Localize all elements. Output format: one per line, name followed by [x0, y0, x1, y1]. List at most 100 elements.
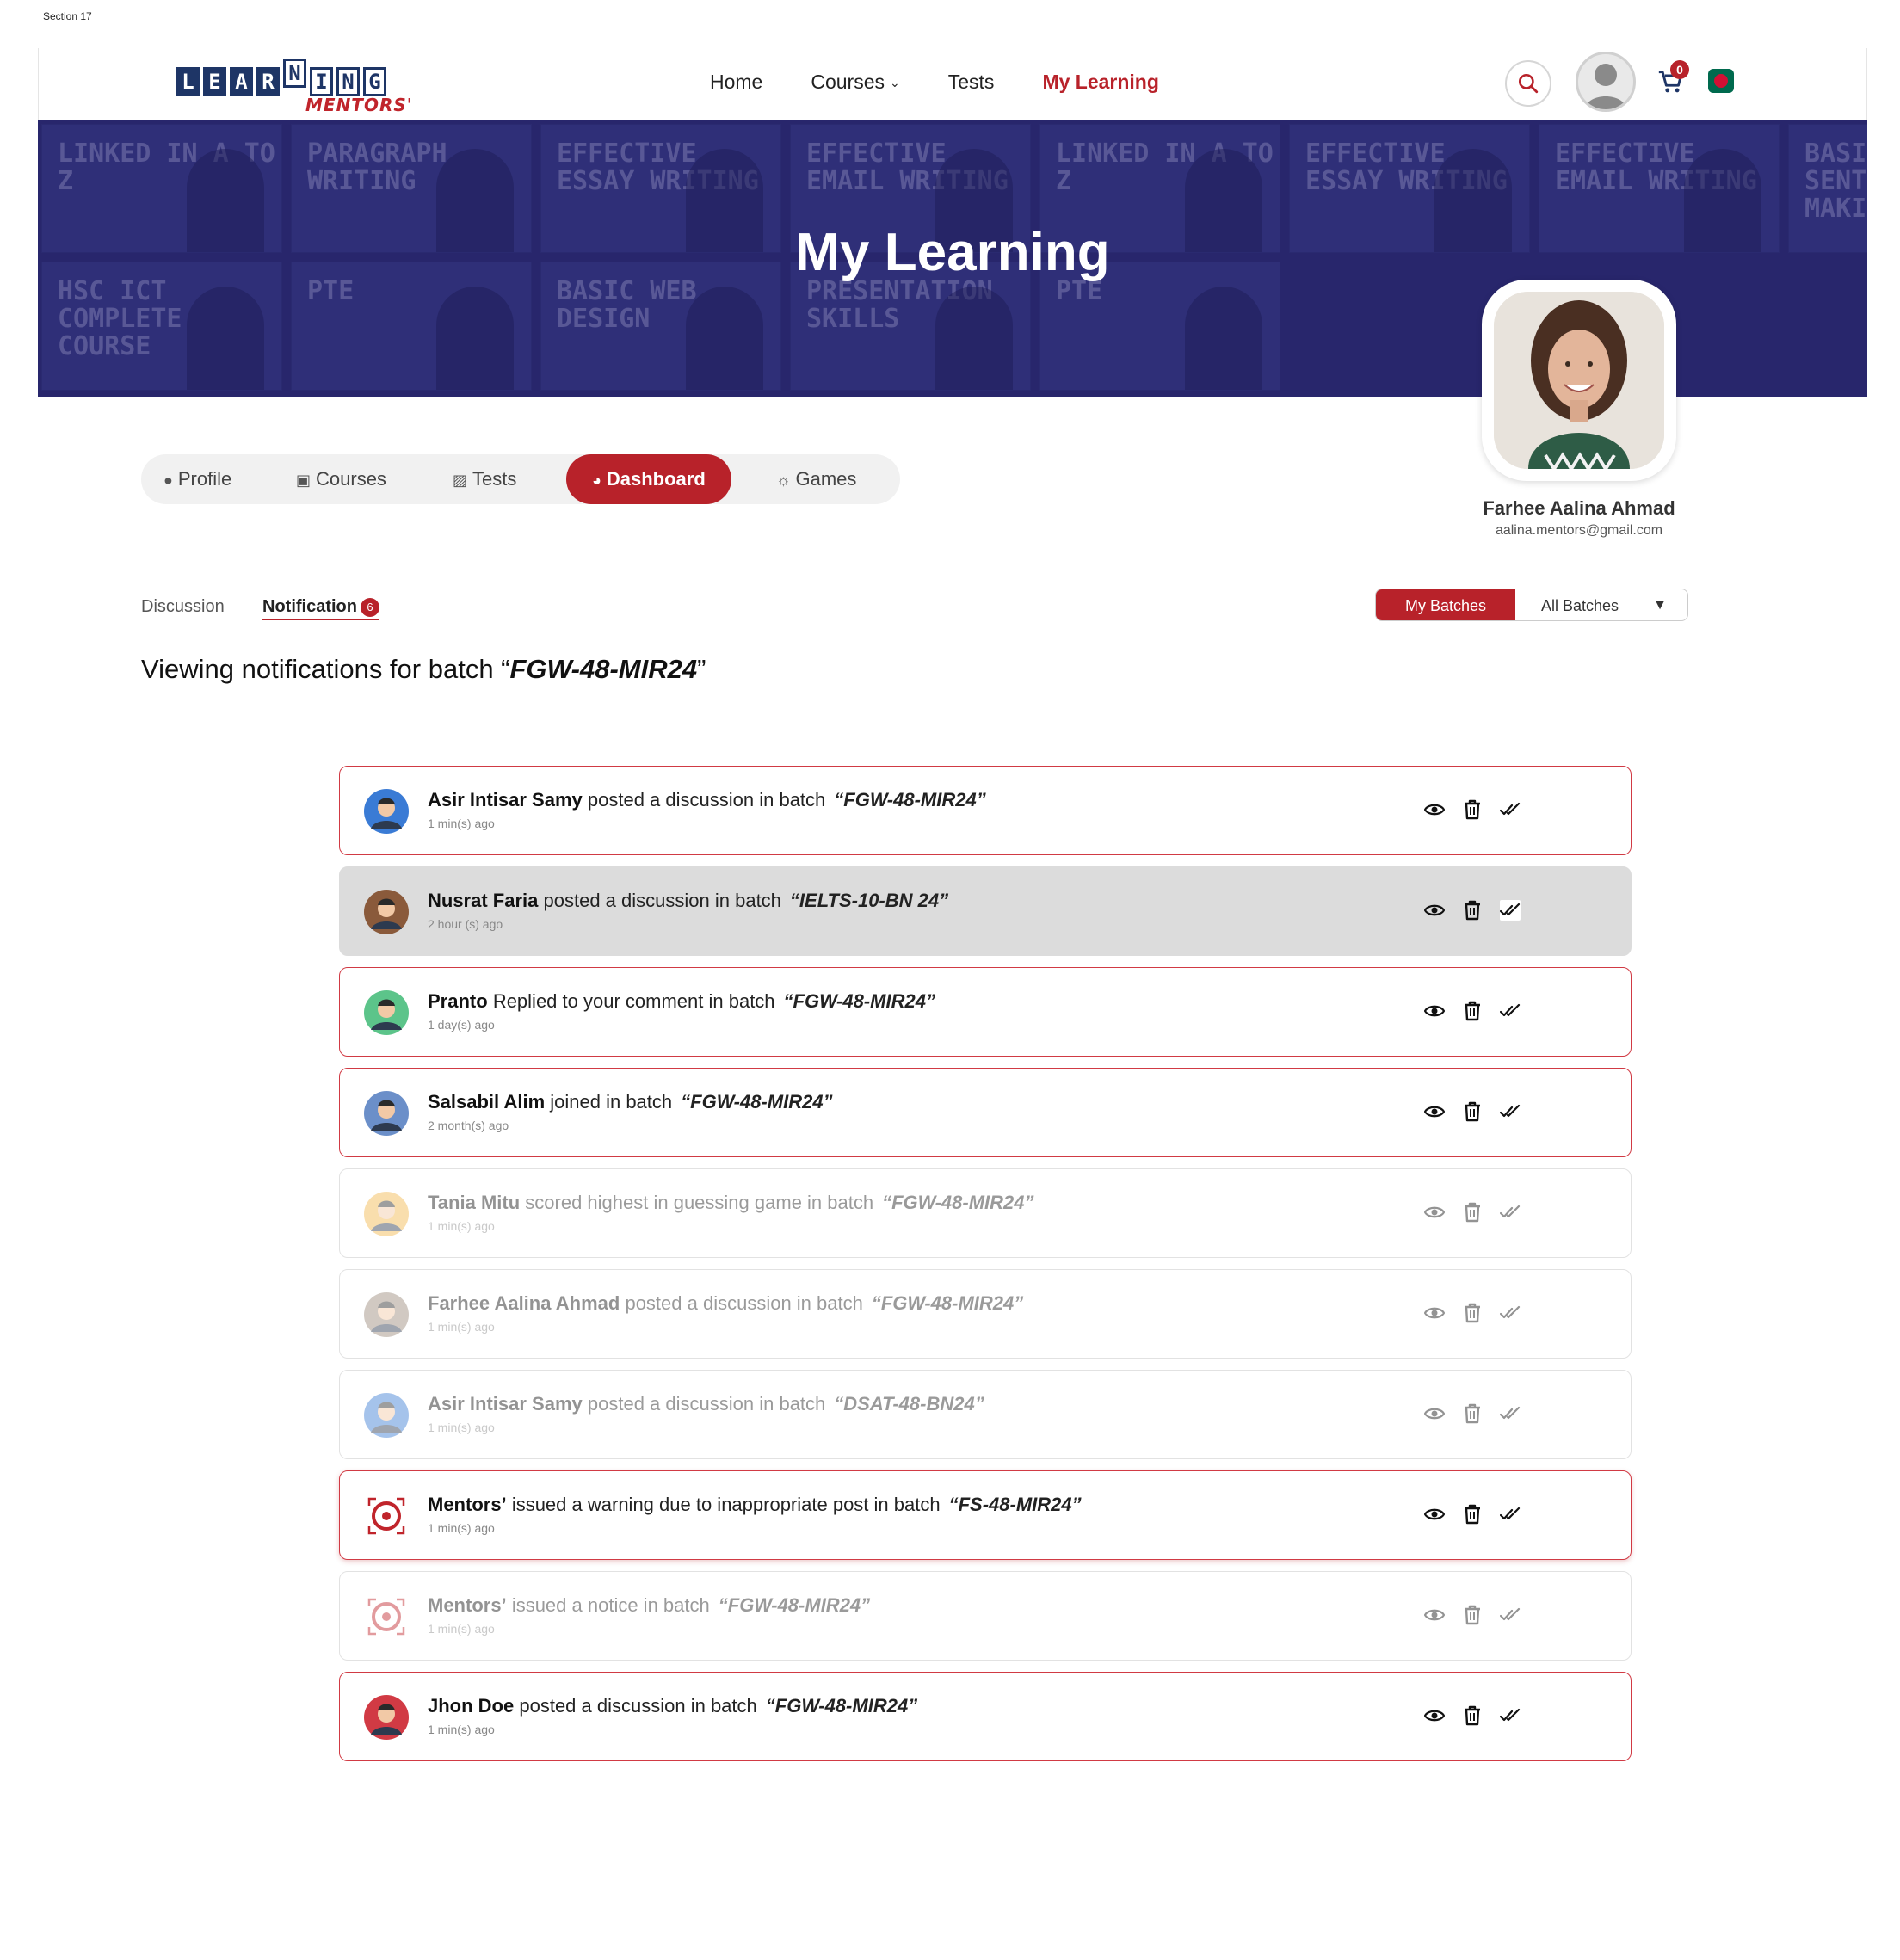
search-button[interactable]: [1505, 60, 1551, 107]
nav-my-learning[interactable]: My Learning: [1042, 71, 1158, 94]
double-check-icon[interactable]: [1500, 1202, 1521, 1223]
trash-icon[interactable]: [1462, 1605, 1483, 1625]
search-icon: [1518, 73, 1539, 94]
double-check-icon[interactable]: [1500, 1705, 1521, 1726]
eye-icon[interactable]: [1424, 1001, 1445, 1021]
batch-toggle: My Batches All Batches ▼: [1375, 589, 1688, 621]
notification-text: Nusrat Faria posted a discussion in batc…: [428, 890, 948, 912]
user-avatar: [364, 1091, 409, 1136]
notification-batch: “IELTS-10-BN 24”: [789, 890, 949, 911]
eye-icon[interactable]: [1424, 1303, 1445, 1323]
notification-item[interactable]: Mentors’ issued a warning due to inappro…: [339, 1470, 1632, 1560]
tab-dashboard-label: Dashboard: [606, 468, 706, 490]
notification-batch: “FGW-48-MIR24”: [765, 1695, 918, 1717]
notification-text: Asir Intisar Samy posted a discussion in…: [428, 1393, 984, 1415]
trash-icon[interactable]: [1462, 1403, 1483, 1424]
logo-letter: G: [363, 67, 386, 96]
profile-photo-image: [1494, 292, 1664, 469]
notification-item[interactable]: Salsabil Alim joined in batch “FGW-48-MIR…: [339, 1068, 1632, 1157]
subtab-discussion[interactable]: Discussion: [141, 597, 225, 617]
notification-batch: “FS-48-MIR24”: [948, 1494, 1082, 1515]
tab-dashboard[interactable]: ◕ Dashboard: [566, 454, 731, 504]
trash-icon[interactable]: [1462, 1705, 1483, 1726]
double-check-icon[interactable]: [1500, 799, 1521, 820]
user-avatar: [364, 1292, 409, 1337]
cart-count-badge: 0: [1670, 60, 1689, 79]
user-avatar[interactable]: [1576, 52, 1636, 112]
notification-actor: Mentors’: [428, 1594, 507, 1616]
double-check-icon[interactable]: [1500, 1403, 1521, 1424]
my-batches-button[interactable]: My Batches: [1376, 589, 1515, 620]
gamepad-icon: ☼: [776, 472, 791, 489]
notification-actor: Asir Intisar Samy: [428, 789, 583, 811]
notification-item[interactable]: Pranto Replied to your comment in batch “…: [339, 967, 1632, 1057]
notification-action: posted a discussion in batch: [587, 1393, 826, 1415]
notification-item[interactable]: Mentors’ issued a notice in batch “FGW-48…: [339, 1571, 1632, 1661]
double-check-icon[interactable]: [1500, 1001, 1521, 1021]
notification-action: issued a warning due to inappropriate po…: [511, 1494, 941, 1515]
eye-icon[interactable]: [1424, 1101, 1445, 1122]
trash-icon[interactable]: [1462, 900, 1483, 921]
profile-tabs: ● Profile ▣ Courses ▨ Tests ◕ Dashboard ☼ Gam…: [141, 454, 900, 504]
notification-actions: [1424, 799, 1521, 820]
user-avatar: [364, 789, 409, 834]
caret-down-icon: ▼: [1653, 598, 1667, 613]
tab-courses[interactable]: ▣ Courses: [296, 454, 386, 504]
learning-mentors-logo[interactable]: LEARNING MENTORS': [176, 55, 412, 115]
notification-batch: “FGW-48-MIR24”: [882, 1192, 1034, 1213]
subtab-notification[interactable]: Notification 6: [262, 597, 379, 620]
notification-actions: [1424, 1605, 1521, 1625]
eye-icon[interactable]: [1424, 1403, 1445, 1424]
notification-text: Asir Intisar Samy posted a discussion in…: [428, 789, 986, 811]
tab-courses-label: Courses: [316, 468, 386, 490]
trash-icon[interactable]: [1462, 1101, 1483, 1122]
nav-courses[interactable]: Courses ⌄: [811, 71, 899, 94]
notification-action: Replied to your comment in batch: [492, 990, 775, 1012]
notification-item[interactable]: Jhon Doe posted a discussion in batch “FG…: [339, 1672, 1632, 1761]
bangladesh-flag-icon[interactable]: [1708, 69, 1734, 93]
notification-text: Jhon Doe posted a discussion in batch “FG…: [428, 1695, 917, 1717]
notification-actions: [1424, 1403, 1521, 1424]
notification-batch: “FGW-48-MIR24”: [783, 990, 935, 1012]
trash-icon[interactable]: [1462, 1303, 1483, 1323]
tab-games[interactable]: ☼ Games: [776, 454, 856, 504]
trash-icon[interactable]: [1462, 1001, 1483, 1021]
dashboard-gauge-icon: ◕: [592, 472, 601, 489]
person-icon: ●: [163, 472, 173, 489]
user-avatar: [364, 990, 409, 1035]
notification-time: 1 min(s) ago: [428, 1622, 495, 1636]
nav-tests[interactable]: Tests: [948, 71, 995, 94]
double-check-icon[interactable]: [1500, 1504, 1521, 1525]
profile-photo[interactable]: [1482, 280, 1676, 481]
nav-home[interactable]: Home: [710, 71, 762, 94]
tab-tests[interactable]: ▨ Tests: [453, 454, 516, 504]
notification-time: 1 min(s) ago: [428, 817, 495, 830]
trash-icon[interactable]: [1462, 1202, 1483, 1223]
eye-icon[interactable]: [1424, 1504, 1445, 1525]
tab-profile[interactable]: ● Profile: [163, 454, 231, 504]
user-silhouette-icon: [1585, 64, 1626, 109]
double-check-icon[interactable]: [1500, 900, 1521, 921]
notification-item[interactable]: Farhee Aalina Ahmad posted a discussion …: [339, 1269, 1632, 1359]
double-check-icon[interactable]: [1500, 1303, 1521, 1323]
eye-icon[interactable]: [1424, 1705, 1445, 1726]
double-check-icon[interactable]: [1500, 1101, 1521, 1122]
double-check-icon[interactable]: [1500, 1605, 1521, 1625]
eye-icon[interactable]: [1424, 1202, 1445, 1223]
notification-item[interactable]: Nusrat Faria posted a discussion in batc…: [339, 866, 1632, 956]
notification-item[interactable]: Tania Mitu scored highest in guessing ga…: [339, 1168, 1632, 1258]
eye-icon[interactable]: [1424, 799, 1445, 820]
viewing-heading: Viewing notifications for batch “FGW-48-…: [141, 654, 706, 685]
eye-icon[interactable]: [1424, 1605, 1445, 1625]
trash-icon[interactable]: [1462, 1504, 1483, 1525]
all-batches-dropdown[interactable]: All Batches ▼: [1515, 589, 1687, 620]
notification-action: posted a discussion in batch: [543, 890, 781, 911]
notification-text: Salsabil Alim joined in batch “FGW-48-MIR…: [428, 1091, 833, 1113]
eye-icon[interactable]: [1424, 900, 1445, 921]
notification-batch: “FGW-48-MIR24”: [681, 1091, 833, 1113]
notification-item[interactable]: Asir Intisar Samy posted a discussion in…: [339, 766, 1632, 855]
mentors-target-icon: [364, 1494, 409, 1538]
trash-icon[interactable]: [1462, 799, 1483, 820]
notification-actions: [1424, 1504, 1521, 1525]
notification-item[interactable]: Asir Intisar Samy posted a discussion in…: [339, 1370, 1632, 1459]
